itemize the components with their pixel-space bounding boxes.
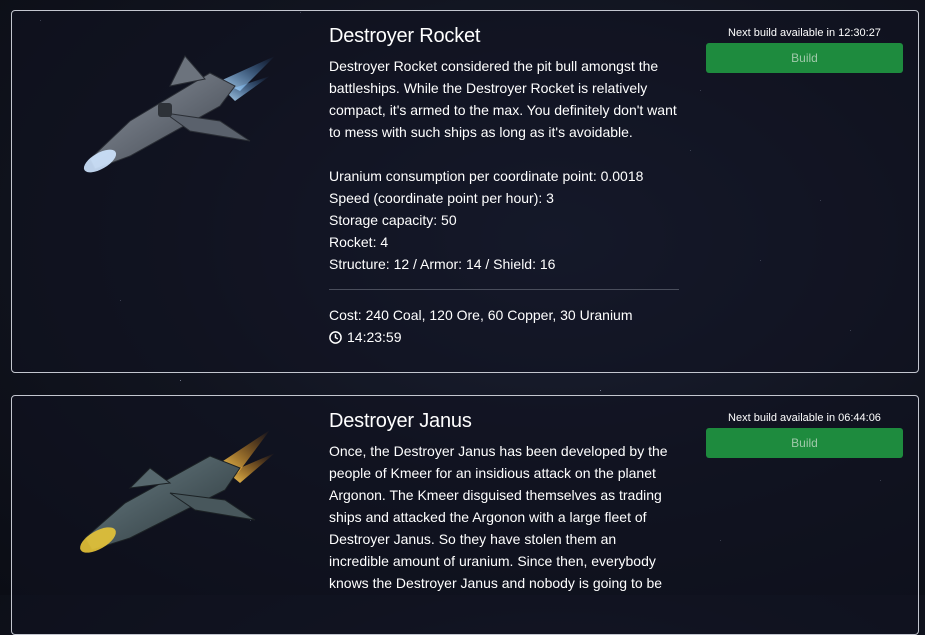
next-build-text: Next build available in 12:30:27 (728, 27, 881, 39)
storage-capacity: Storage capacity: 50 (329, 212, 457, 228)
ship-card-destroyer-rocket: Destroyer Rocket Destroyer Rocket consid… (11, 10, 919, 373)
uranium-consumption: Uranium consumption per coordinate point… (329, 168, 644, 184)
ship-cost: Cost: 240 Coal, 120 Ore, 60 Copper, 30 U… (329, 307, 633, 323)
ship-title: Destroyer Rocket (329, 25, 481, 47)
ship-info: Destroyer Rocket Destroyer Rocket consid… (329, 23, 679, 348)
build-panel: Next build available in 06:44:06 Build (706, 411, 903, 458)
next-build-text: Next build available in 06:44:06 (728, 412, 881, 424)
destroyer-rocket-image (83, 55, 275, 173)
build-panel: Next build available in 12:30:27 Build (706, 26, 903, 73)
speed: Speed (coordinate point per hour): 3 (329, 190, 554, 206)
build-button[interactable]: Build (706, 428, 903, 458)
clock-icon (329, 330, 342, 344)
divider (329, 289, 679, 290)
ship-description: Destroyer Rocket considered the pit bull… (329, 58, 677, 140)
build-time-value: 14:23:59 (347, 329, 402, 345)
ship-title: Destroyer Janus (329, 410, 472, 432)
destroyer-janus-image (80, 430, 275, 553)
build-button[interactable]: Build (706, 43, 903, 73)
build-time: 14:23:59 (329, 326, 679, 348)
ship-card-destroyer-janus: Destroyer Janus Once, the Destroyer Janu… (11, 395, 919, 635)
defense-stats: Structure: 12 / Armor: 14 / Shield: 16 (329, 256, 556, 272)
ship-stats: Uranium consumption per coordinate point… (329, 165, 679, 275)
ship-description: Once, the Destroyer Janus has been devel… (329, 443, 668, 591)
ship-info: Destroyer Janus Once, the Destroyer Janu… (329, 408, 679, 594)
weapon: Rocket: 4 (329, 234, 389, 250)
